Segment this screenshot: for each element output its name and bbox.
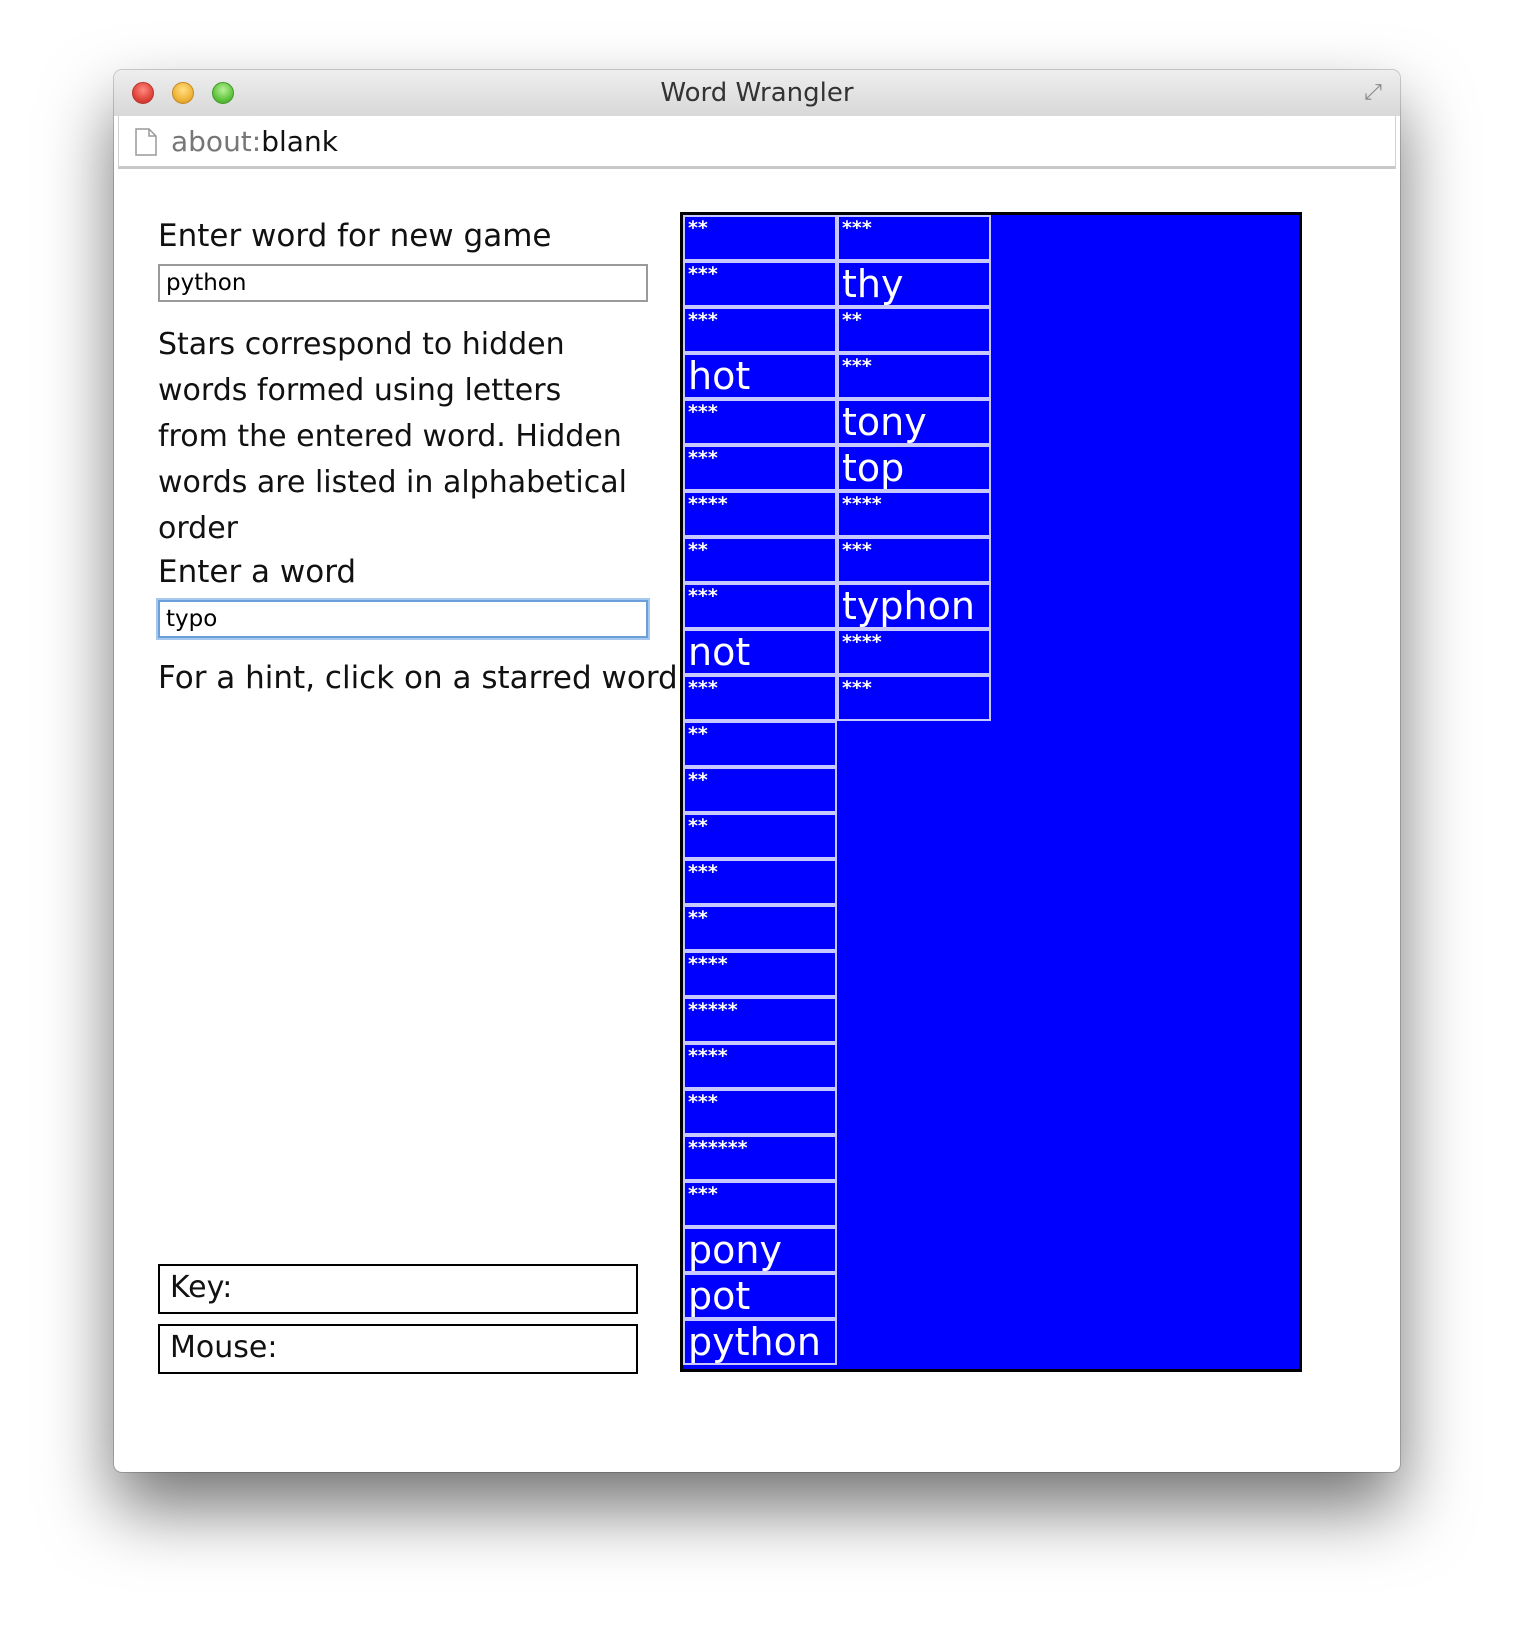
hidden-word-cell[interactable]: **** [837, 491, 991, 537]
browser-window: Word Wrangler ⤢ about:blank Enter word f… [114, 70, 1400, 1472]
hidden-word-cell[interactable]: **** [683, 951, 837, 997]
key-readout: Key: [158, 1264, 638, 1314]
hidden-word-cell[interactable]: ** [837, 307, 991, 353]
hidden-word-cell[interactable]: *** [683, 1181, 837, 1227]
hidden-word-cell[interactable]: ** [683, 767, 837, 813]
found-word-cell: hot [683, 353, 837, 399]
word-grid-canvas[interactable]: ** *** *** hot *** *** **** ** *** not *** ** ** ** **… [680, 212, 1302, 1372]
hidden-word-cell[interactable]: *** [837, 215, 991, 261]
url-scheme: about: [171, 125, 262, 158]
hidden-word-cell[interactable]: ****** [683, 1135, 837, 1181]
hidden-word-cell[interactable]: **** [837, 629, 991, 675]
hidden-word-cell[interactable]: *** [837, 353, 991, 399]
hidden-word-cell[interactable]: ** [683, 537, 837, 583]
hidden-word-cell[interactable]: *** [683, 1089, 837, 1135]
hidden-word-cell[interactable]: *** [683, 675, 837, 721]
hidden-word-cell[interactable]: ** [683, 215, 837, 261]
hidden-word-cell[interactable]: *** [683, 445, 837, 491]
found-word-cell: thy [837, 261, 991, 307]
mouse-readout: Mouse: [158, 1324, 638, 1374]
hidden-word-cell[interactable]: *** [683, 583, 837, 629]
hidden-word-cell[interactable]: *** [837, 675, 991, 721]
hint-text: For a hint, click on a starred word [158, 660, 678, 696]
enter-word-label: Enter a word [158, 554, 357, 590]
window-title: Word Wrangler [660, 78, 854, 108]
address-bar[interactable]: about:blank [118, 116, 1396, 169]
url-text: about:blank [171, 125, 338, 158]
hidden-word-cell[interactable]: *** [683, 859, 837, 905]
found-word-cell: pony [683, 1227, 837, 1273]
hidden-word-cell[interactable]: *** [683, 261, 837, 307]
url-path: blank [261, 125, 338, 158]
fullscreen-icon[interactable]: ⤢ [1360, 80, 1386, 106]
title-bar: Word Wrangler ⤢ [114, 70, 1400, 116]
hidden-word-cell[interactable]: **** [683, 491, 837, 537]
hidden-word-cell[interactable]: *** [683, 307, 837, 353]
hidden-word-cell[interactable]: ***** [683, 997, 837, 1043]
hidden-word-cell[interactable]: ** [683, 813, 837, 859]
enter-word-input[interactable] [158, 600, 648, 638]
found-word-cell: tony [837, 399, 991, 445]
hidden-word-cell[interactable]: *** [837, 537, 991, 583]
found-word-cell: not [683, 629, 837, 675]
found-word-cell: python [683, 1319, 837, 1365]
hidden-word-cell[interactable]: *** [683, 399, 837, 445]
found-word-cell: pot [683, 1273, 837, 1319]
hidden-word-cell[interactable]: **** [683, 1043, 837, 1089]
instructions-text: Stars correspond to hidden words formed … [158, 327, 627, 546]
found-word-cell: typhon [837, 583, 991, 629]
hidden-word-cell[interactable]: ** [683, 721, 837, 767]
app-content: Enter word for new game Stars correspond… [114, 168, 1400, 1472]
hidden-word-cell[interactable]: ** [683, 905, 837, 951]
new-game-input[interactable] [158, 264, 648, 302]
page-icon [135, 128, 157, 156]
found-word-cell: top [837, 445, 991, 491]
new-game-label: Enter word for new game [158, 218, 552, 254]
